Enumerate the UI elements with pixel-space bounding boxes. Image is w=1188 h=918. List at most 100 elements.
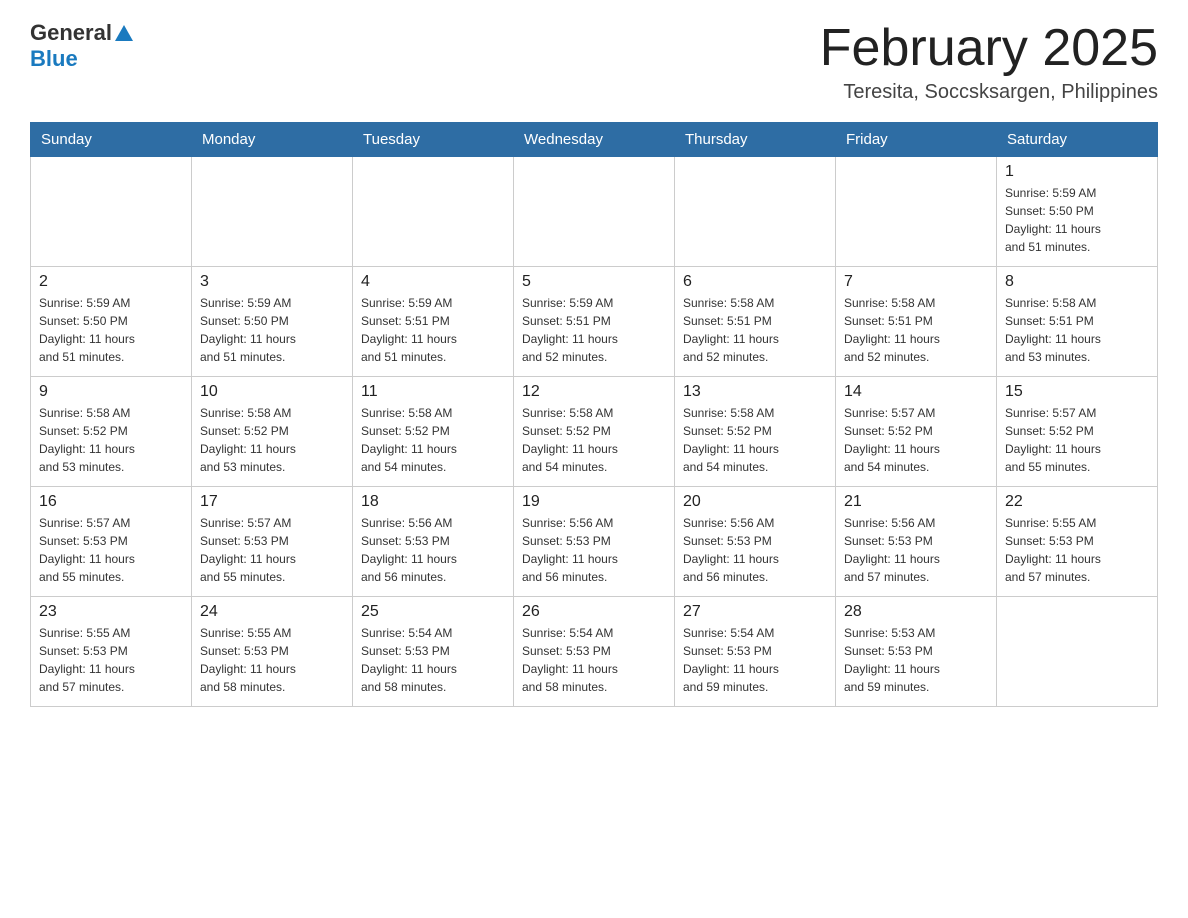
header-day-sunday: Sunday: [31, 123, 192, 157]
header-day-wednesday: Wednesday: [514, 123, 675, 157]
day-info: Sunrise: 5:58 AM Sunset: 5:52 PM Dayligh…: [522, 404, 666, 476]
day-info: Sunrise: 5:57 AM Sunset: 5:53 PM Dayligh…: [39, 514, 183, 586]
calendar-cell: 4 Sunrise: 5:59 AM Sunset: 5:51 PM Daylig…: [353, 267, 514, 377]
calendar-cell: 10Sunrise: 5:58 AM Sunset: 5:52 PM Dayli…: [192, 377, 353, 487]
calendar-cell: 6Sunrise: 5:58 AM Sunset: 5:51 PM Daylig…: [675, 267, 836, 377]
calendar-cell: [997, 597, 1158, 707]
calendar-cell: 26 Sunrise: 5:54 AM Sunset: 5:53 PM Dayli…: [514, 597, 675, 707]
day-info: Sunrise: 5:59 AM Sunset: 5:51 PM Dayligh…: [361, 294, 505, 366]
day-info: Sunrise: 5:56 AM Sunset: 5:53 PM Dayligh…: [361, 514, 505, 586]
day-info: Sunrise: 5:58 AM Sunset: 5:52 PM Dayligh…: [361, 404, 505, 476]
calendar-cell: 21Sunrise: 5:56 AM Sunset: 5:53 PM Dayli…: [836, 487, 997, 597]
header-day-saturday: Saturday: [997, 123, 1158, 157]
calendar-cell: 15 Sunrise: 5:57 AM Sunset: 5:52 PM Dayli…: [997, 377, 1158, 487]
calendar-cell: [836, 157, 997, 267]
day-number: 13: [683, 383, 827, 401]
day-number: 21: [844, 493, 988, 511]
day-number: 18: [361, 493, 505, 511]
day-number: 16: [39, 493, 183, 511]
day-info: Sunrise: 5:55 AM Sunset: 5:53 PM Dayligh…: [39, 624, 183, 696]
day-number: 3: [200, 273, 344, 291]
logo: General Blue: [30, 20, 133, 72]
calendar-cell: 27 Sunrise: 5:54 AM Sunset: 5:53 PM Dayli…: [675, 597, 836, 707]
calendar-cell: 7Sunrise: 5:58 AM Sunset: 5:51 PM Daylig…: [836, 267, 997, 377]
day-number: 14: [844, 383, 988, 401]
day-number: 12: [522, 383, 666, 401]
day-number: 27: [683, 603, 827, 621]
week-row-1: 1 Sunrise: 5:59 AM Sunset: 5:50 PM Daylig…: [31, 157, 1158, 267]
day-number: 2: [39, 273, 183, 291]
day-info: Sunrise: 5:55 AM Sunset: 5:53 PM Dayligh…: [1005, 514, 1149, 586]
calendar-subtitle: Teresita, Soccsksargen, Philippines: [820, 81, 1158, 104]
week-row-3: 9 Sunrise: 5:58 AM Sunset: 5:52 PM Daylig…: [31, 377, 1158, 487]
calendar-cell: 5 Sunrise: 5:59 AM Sunset: 5:51 PM Daylig…: [514, 267, 675, 377]
day-number: 8: [1005, 273, 1149, 291]
day-info: Sunrise: 5:59 AM Sunset: 5:50 PM Dayligh…: [39, 294, 183, 366]
day-info: Sunrise: 5:56 AM Sunset: 5:53 PM Dayligh…: [522, 514, 666, 586]
day-info: Sunrise: 5:58 AM Sunset: 5:52 PM Dayligh…: [39, 404, 183, 476]
header-day-thursday: Thursday: [675, 123, 836, 157]
day-info: Sunrise: 5:54 AM Sunset: 5:53 PM Dayligh…: [522, 624, 666, 696]
calendar-table: SundayMondayTuesdayWednesdayThursdayFrid…: [30, 122, 1158, 707]
logo-general-text: General: [30, 20, 112, 46]
day-info: Sunrise: 5:54 AM Sunset: 5:53 PM Dayligh…: [683, 624, 827, 696]
day-info: Sunrise: 5:59 AM Sunset: 5:50 PM Dayligh…: [200, 294, 344, 366]
header: General Blue February 2025 Teresita, Soc…: [30, 20, 1158, 104]
day-info: Sunrise: 5:58 AM Sunset: 5:52 PM Dayligh…: [200, 404, 344, 476]
header-day-tuesday: Tuesday: [353, 123, 514, 157]
calendar-cell: [353, 157, 514, 267]
calendar-cell: 12 Sunrise: 5:58 AM Sunset: 5:52 PM Dayli…: [514, 377, 675, 487]
day-info: Sunrise: 5:57 AM Sunset: 5:52 PM Dayligh…: [844, 404, 988, 476]
day-number: 11: [361, 383, 505, 401]
day-info: Sunrise: 5:54 AM Sunset: 5:53 PM Dayligh…: [361, 624, 505, 696]
day-number: 28: [844, 603, 988, 621]
day-number: 15: [1005, 383, 1149, 401]
day-info: Sunrise: 5:53 AM Sunset: 5:53 PM Dayligh…: [844, 624, 988, 696]
day-info: Sunrise: 5:57 AM Sunset: 5:53 PM Dayligh…: [200, 514, 344, 586]
calendar-body: 1 Sunrise: 5:59 AM Sunset: 5:50 PM Daylig…: [31, 157, 1158, 707]
day-number: 5: [522, 273, 666, 291]
day-number: 20: [683, 493, 827, 511]
calendar-cell: 8 Sunrise: 5:58 AM Sunset: 5:51 PM Daylig…: [997, 267, 1158, 377]
day-number: 26: [522, 603, 666, 621]
calendar-cell: 20 Sunrise: 5:56 AM Sunset: 5:53 PM Dayli…: [675, 487, 836, 597]
day-number: 4: [361, 273, 505, 291]
day-number: 22: [1005, 493, 1149, 511]
calendar-cell: 1 Sunrise: 5:59 AM Sunset: 5:50 PM Daylig…: [997, 157, 1158, 267]
calendar-cell: [675, 157, 836, 267]
calendar-header: SundayMondayTuesdayWednesdayThursdayFrid…: [31, 123, 1158, 157]
header-day-monday: Monday: [192, 123, 353, 157]
calendar-cell: 28 Sunrise: 5:53 AM Sunset: 5:53 PM Dayli…: [836, 597, 997, 707]
calendar-cell: [31, 157, 192, 267]
week-row-4: 16 Sunrise: 5:57 AM Sunset: 5:53 PM Dayli…: [31, 487, 1158, 597]
calendar-cell: 16 Sunrise: 5:57 AM Sunset: 5:53 PM Dayli…: [31, 487, 192, 597]
day-number: 19: [522, 493, 666, 511]
calendar-cell: 17 Sunrise: 5:57 AM Sunset: 5:53 PM Dayli…: [192, 487, 353, 597]
day-info: Sunrise: 5:58 AM Sunset: 5:51 PM Dayligh…: [683, 294, 827, 366]
day-info: Sunrise: 5:58 AM Sunset: 5:51 PM Dayligh…: [1005, 294, 1149, 366]
calendar-cell: 2 Sunrise: 5:59 AM Sunset: 5:50 PM Daylig…: [31, 267, 192, 377]
day-info: Sunrise: 5:59 AM Sunset: 5:50 PM Dayligh…: [1005, 184, 1149, 256]
calendar-cell: 3 Sunrise: 5:59 AM Sunset: 5:50 PM Daylig…: [192, 267, 353, 377]
day-info: Sunrise: 5:57 AM Sunset: 5:52 PM Dayligh…: [1005, 404, 1149, 476]
day-number: 7: [844, 273, 988, 291]
week-row-5: 23 Sunrise: 5:55 AM Sunset: 5:53 PM Dayli…: [31, 597, 1158, 707]
calendar-cell: 22 Sunrise: 5:55 AM Sunset: 5:53 PM Dayli…: [997, 487, 1158, 597]
logo-arrow-icon: [115, 25, 133, 46]
day-number: 23: [39, 603, 183, 621]
header-row: SundayMondayTuesdayWednesdayThursdayFrid…: [31, 123, 1158, 157]
logo-blue-text: Blue: [30, 46, 78, 71]
day-info: Sunrise: 5:56 AM Sunset: 5:53 PM Dayligh…: [683, 514, 827, 586]
calendar-cell: 11 Sunrise: 5:58 AM Sunset: 5:52 PM Dayli…: [353, 377, 514, 487]
day-number: 25: [361, 603, 505, 621]
calendar-cell: 24Sunrise: 5:55 AM Sunset: 5:53 PM Dayli…: [192, 597, 353, 707]
title-area: February 2025 Teresita, Soccsksargen, Ph…: [820, 20, 1158, 104]
day-number: 17: [200, 493, 344, 511]
day-number: 1: [1005, 163, 1149, 181]
week-row-2: 2 Sunrise: 5:59 AM Sunset: 5:50 PM Daylig…: [31, 267, 1158, 377]
day-info: Sunrise: 5:59 AM Sunset: 5:51 PM Dayligh…: [522, 294, 666, 366]
calendar-cell: 19 Sunrise: 5:56 AM Sunset: 5:53 PM Dayli…: [514, 487, 675, 597]
calendar-title: February 2025: [820, 20, 1158, 77]
calendar-cell: 9 Sunrise: 5:58 AM Sunset: 5:52 PM Daylig…: [31, 377, 192, 487]
day-number: 9: [39, 383, 183, 401]
